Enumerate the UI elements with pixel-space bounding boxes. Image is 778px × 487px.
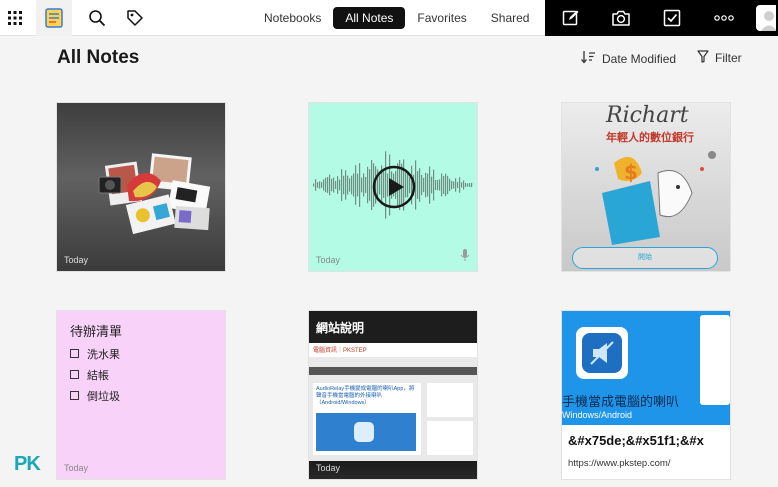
tab-notebooks[interactable]: Notebooks [252,7,333,29]
camera-icon[interactable] [608,0,634,36]
note-card-audio[interactable]: Today [308,102,478,272]
screenshot-header: 網站說明 [309,311,477,343]
sort-icon [580,50,596,67]
checklist-item-label: 結帳 [87,369,109,382]
web-clip-title: &#x75de;&#x51f1;&#x [568,433,704,448]
tag-icon[interactable] [124,0,146,36]
checklist-item-label: 倒垃圾 [87,390,120,403]
apps-grid-icon[interactable] [4,0,26,36]
notes-app-logo[interactable] [36,0,72,36]
web-clip-thumbnail: 手機當成電腦的喇叭 Windows/Android [562,311,730,425]
more-icon[interactable] [711,0,737,36]
new-note-icon[interactable] [558,0,584,36]
sort-label: Date Modified [602,51,677,66]
checklist-icon[interactable] [659,0,685,36]
checkbox[interactable] [70,349,79,358]
note-date: Today [316,463,341,473]
search-icon[interactable] [86,0,108,36]
checklist-item: 倒垃圾 [70,385,120,406]
filter-icon [697,50,709,66]
speaker-app-icon [582,333,622,373]
note-card-banner[interactable]: Richart 年輕人的數位銀行 $ 開始 [561,102,731,272]
tab-shared[interactable]: Shared [479,7,542,29]
note-card-photos[interactable]: Today [56,102,226,272]
action-bar [545,0,778,36]
web-clip-banner-sub: Windows/Android [562,410,633,420]
view-tabs: Notebooks All Notes Favorites Shared [252,6,541,30]
note-date: Today [64,463,89,473]
note-card-screenshot[interactable]: 網站說明 電腦資訊｜PKSTEP AudioRelay手機變成電腦的喇叭App，… [308,310,478,480]
checkbox[interactable] [70,391,79,400]
banner-start-button[interactable]: 開始 [572,247,718,269]
pk-watermark: PK [14,453,41,475]
user-avatar[interactable] [756,5,777,31]
note-card-checklist[interactable]: 待辦清單 洗水果 結帳 倒垃圾 Today [56,310,226,480]
note-date: Today [64,255,89,265]
screenshot-site-name: 電腦資訊｜PKSTEP [313,348,367,354]
note-date: Today [316,255,341,265]
web-clip-banner-text: 手機當成電腦的喇叭 [562,394,680,409]
note-card-web-clip[interactable]: 手機當成電腦的喇叭 Windows/Android &#x75de;&#x51f… [561,310,731,480]
filter-label: Filter [715,51,742,65]
page-title: All Notes [57,47,140,68]
microphone-icon [460,248,470,267]
tab-all-notes[interactable]: All Notes [333,7,406,29]
checklist: 洗水果 結帳 倒垃圾 [70,343,120,406]
filter-button[interactable]: Filter [697,50,742,66]
checklist-item: 洗水果 [70,343,120,364]
sort-button[interactable]: Date Modified [580,50,676,67]
tab-favorites[interactable]: Favorites [405,7,478,29]
web-clip-url[interactable]: https://www.pkstep.com/ [568,458,670,469]
svg-text:$: $ [624,160,638,184]
screenshot-title: 網站說明 [316,321,365,335]
play-button[interactable] [372,165,416,209]
top-bar: Notebooks All Notes Favorites Shared [0,0,778,36]
checklist-title: 待辦清單 [70,324,123,339]
photo-collage-image [98,153,211,235]
screenshot-headline: AudioRelay手機變成電腦的喇叭App，將聲音手機當電腦的外接喇叭（And… [316,386,415,406]
checklist-item: 結帳 [70,364,120,385]
checklist-item-label: 洗水果 [87,348,120,361]
screenshot-preview: 電腦資訊｜PKSTEP AudioRelay手機變成電腦的喇叭App，將聲音手機… [309,343,477,461]
checkbox[interactable] [70,370,79,379]
